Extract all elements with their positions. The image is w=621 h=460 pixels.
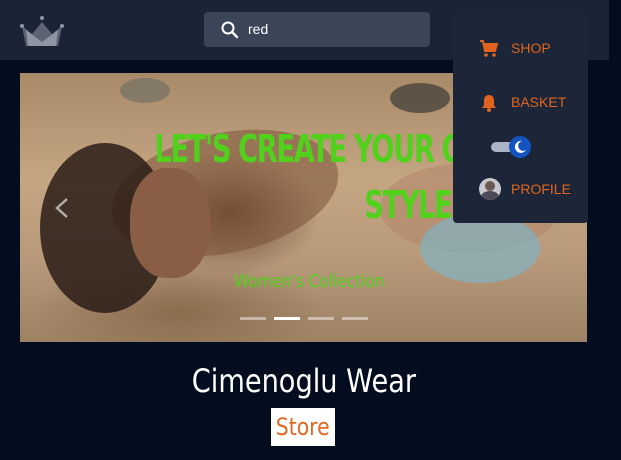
carousel-indicator-active[interactable] — [274, 317, 300, 320]
menu-item-label: SHOP — [511, 40, 551, 56]
cart-icon — [480, 40, 499, 57]
avatar — [479, 178, 501, 200]
carousel-indicator[interactable] — [342, 317, 368, 320]
toggle-knob — [509, 136, 531, 158]
carousel-indicator[interactable] — [240, 317, 266, 320]
crown-icon[interactable] — [18, 12, 66, 52]
search-icon[interactable] — [220, 20, 240, 40]
theme-toggle[interactable] — [491, 136, 531, 158]
bell-icon — [482, 95, 496, 112]
search-input[interactable] — [248, 18, 418, 40]
hero-image-rock — [390, 83, 450, 113]
moon-icon — [514, 140, 526, 153]
nav-dropdown-menu: SHOP BASKET PROFILE — [453, 15, 588, 223]
store-badge: Store — [271, 408, 335, 446]
hero-subtitle: Women's Collection — [234, 271, 385, 292]
carousel-indicator[interactable] — [308, 317, 334, 320]
menu-item-label: PROFILE — [511, 181, 571, 197]
chevron-left-icon[interactable] — [52, 197, 74, 219]
hero-image-rock — [120, 78, 170, 103]
menu-item-label: BASKET — [511, 94, 567, 110]
brand-name: Cimenoglu Wear — [191, 362, 417, 400]
search-box — [204, 12, 430, 47]
